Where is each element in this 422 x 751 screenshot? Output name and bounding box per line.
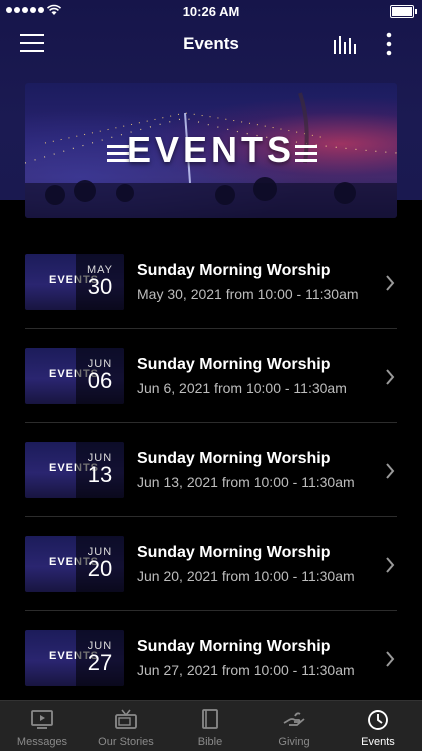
- banner-title: EVENTS: [126, 129, 296, 170]
- tab-bible[interactable]: Bible: [168, 701, 252, 751]
- page-title: Events: [183, 34, 239, 53]
- events-banner: EVENTS: [25, 83, 397, 218]
- event-details: Jun 13, 2021 from 10:00 - 11:30am: [137, 474, 355, 490]
- event-day: 30: [87, 274, 113, 299]
- event-thumbnail: EVENTS JUN 06: [25, 348, 124, 404]
- status-time: 10:26 AM: [182, 4, 240, 19]
- date-badge: JUN 06: [76, 348, 124, 404]
- event-thumbnail: EVENTS JUN 20: [25, 536, 124, 592]
- event-day: 06: [87, 368, 113, 393]
- event-details: Jun 20, 2021 from 10:00 - 11:30am: [137, 568, 355, 584]
- date-badge: JUN 27: [76, 630, 124, 686]
- event-day: 20: [87, 556, 113, 581]
- event-thumbnail: EVENTS JUN 27: [25, 630, 124, 686]
- tab-our-stories[interactable]: Our Stories: [84, 701, 168, 751]
- giving-hand-icon: [283, 712, 305, 726]
- tab-messages[interactable]: Messages: [0, 701, 84, 751]
- event-title: Sunday Morning Worship: [137, 638, 331, 655]
- chevron-right-icon: [386, 557, 395, 573]
- chevron-right-icon: [386, 275, 395, 291]
- event-day: 27: [87, 650, 113, 675]
- event-thumbnail: EVENTS JUN 13: [25, 442, 124, 498]
- tab-events[interactable]: Events: [336, 701, 420, 751]
- status-bar: 10:26 AM: [0, 0, 422, 22]
- date-badge: JUN 20: [76, 536, 124, 592]
- event-title: Sunday Morning Worship: [137, 356, 331, 373]
- chevron-right-icon: [386, 651, 395, 667]
- event-thumbnail: EVENTS MAY 30: [25, 254, 124, 310]
- date-badge: MAY 30: [76, 254, 124, 310]
- event-row[interactable]: EVENTS JUN 20 Sunday Morning Worship Jun…: [25, 517, 397, 611]
- event-day: 13: [87, 462, 113, 487]
- tab-bar: Messages Our Stories Bible Giving Events: [0, 700, 422, 751]
- book-icon: [202, 709, 218, 729]
- tab-label: Messages: [16, 736, 68, 748]
- event-details: May 30, 2021 from 10:00 - 11:30am: [137, 286, 359, 302]
- audio-bars-icon[interactable]: [333, 34, 357, 54]
- tab-label: Bible: [197, 736, 223, 748]
- banner-right-dashes: [295, 145, 317, 166]
- date-badge: JUN 13: [76, 442, 124, 498]
- event-row[interactable]: EVENTS JUN 27 Sunday Morning Worship Jun…: [25, 611, 397, 705]
- play-screen-icon: [31, 710, 53, 729]
- chevron-right-icon: [386, 369, 395, 385]
- tab-label: Our Stories: [98, 736, 154, 748]
- event-row[interactable]: EVENTS JUN 13 Sunday Morning Worship Jun…: [25, 423, 397, 517]
- tab-label: Events: [361, 736, 395, 748]
- event-row[interactable]: EVENTS JUN 06 Sunday Morning Worship Jun…: [25, 329, 397, 423]
- event-details: Jun 6, 2021 from 10:00 - 11:30am: [137, 380, 347, 396]
- event-title: Sunday Morning Worship: [137, 544, 331, 561]
- event-row[interactable]: EVENTS MAY 30 Sunday Morning Worship May…: [25, 235, 397, 329]
- event-details: Jun 27, 2021 from 10:00 - 11:30am: [137, 662, 355, 678]
- chevron-right-icon: [386, 463, 395, 479]
- more-options-icon[interactable]: [381, 30, 397, 58]
- events-list: EVENTS MAY 30 Sunday Morning Worship May…: [25, 235, 397, 705]
- tv-icon: [115, 709, 137, 729]
- event-title: Sunday Morning Worship: [137, 450, 331, 467]
- tab-label: Giving: [278, 736, 310, 748]
- tab-giving[interactable]: Giving: [252, 701, 336, 751]
- clock-icon: [368, 710, 388, 730]
- nav-bar: Events: [0, 22, 422, 66]
- event-title: Sunday Morning Worship: [137, 262, 331, 279]
- battery-icon: [390, 5, 417, 18]
